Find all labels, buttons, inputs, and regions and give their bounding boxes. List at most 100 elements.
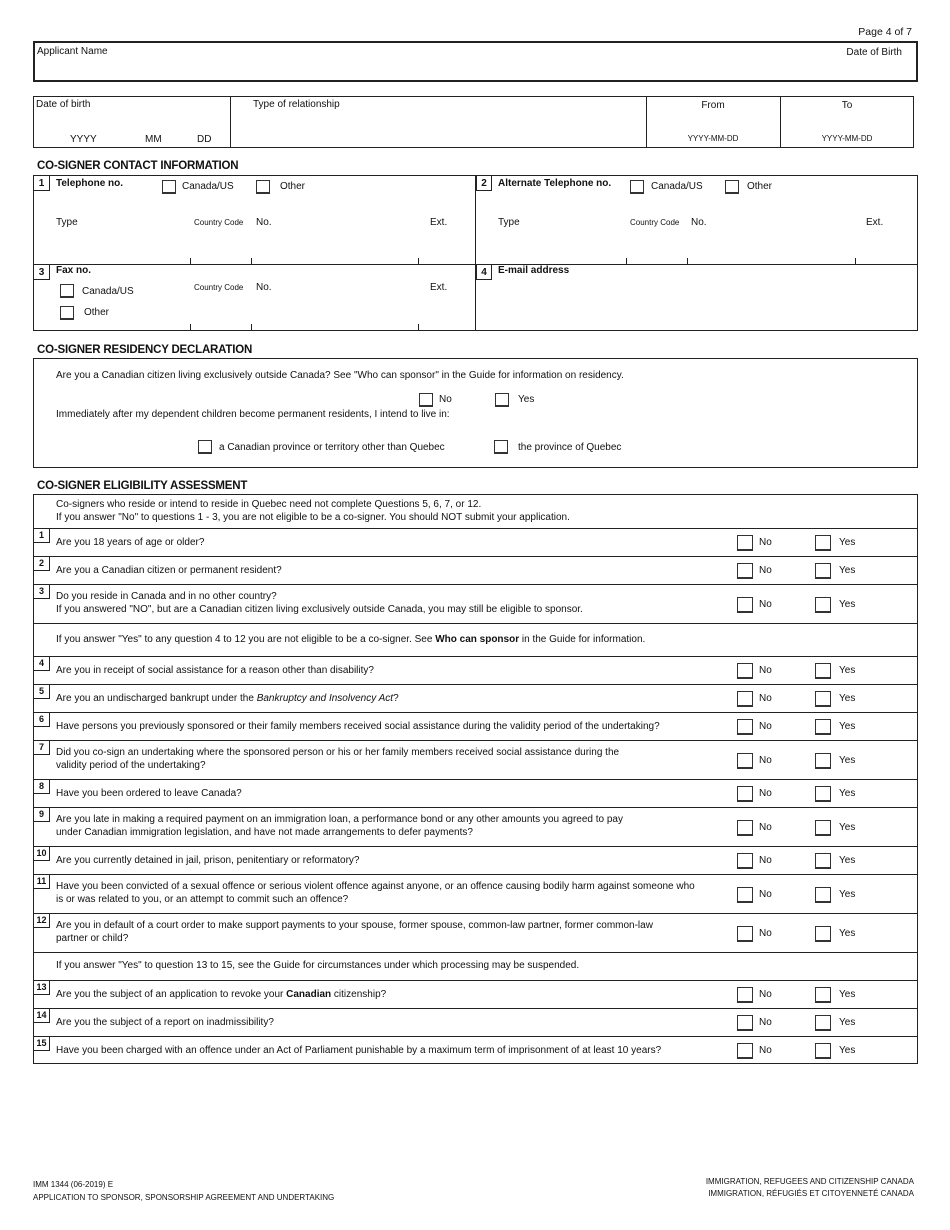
question-1-yes-checkbox[interactable]	[815, 535, 831, 551]
dob-input[interactable]	[36, 113, 230, 133]
residency-no-checkbox[interactable]	[419, 393, 433, 407]
question-number: 6	[34, 713, 50, 727]
dob-mm-label: MM	[145, 134, 162, 145]
question-9-yes-checkbox[interactable]	[815, 819, 831, 836]
question-7-yes-checkbox[interactable]	[815, 752, 831, 769]
no-label: No	[759, 888, 772, 900]
residency-yes-checkbox[interactable]	[495, 393, 509, 407]
question-row: 10 Are you currently detained in jail, pr…	[34, 846, 917, 874]
telephone-number-input[interactable]	[254, 236, 420, 260]
alt-telephone-ext-label: Ext.	[866, 217, 884, 228]
quebec-label: the province of Quebec	[518, 442, 622, 453]
note-text: If you answer "Yes" to any question 4 to…	[56, 633, 436, 645]
question-text-line: validity period of the undertaking?	[56, 760, 206, 771]
dob-label: Date of birth	[36, 99, 91, 110]
fax-other-checkbox[interactable]	[60, 306, 74, 320]
question-number: 13	[34, 981, 50, 995]
email-input[interactable]	[496, 284, 916, 326]
question-12-no-checkbox[interactable]	[737, 925, 753, 942]
alt-telephone-type-input[interactable]	[496, 236, 628, 260]
telephone-ext-input[interactable]	[422, 236, 474, 260]
question-7-no-checkbox[interactable]	[737, 752, 753, 769]
question-row: 14 Are you the subject of a report on ina…	[34, 1008, 917, 1036]
alt-telephone-other-checkbox[interactable]	[725, 180, 739, 194]
question-text-line: Do you reside in Canada and in no other …	[56, 591, 277, 602]
no-label: No	[759, 1017, 772, 1028]
fax-number-input[interactable]	[254, 300, 420, 324]
question-10-yes-checkbox[interactable]	[815, 853, 831, 869]
telephone-country-code-input[interactable]	[192, 236, 252, 260]
question-4-no-checkbox[interactable]	[737, 663, 753, 679]
question-5-no-checkbox[interactable]	[737, 691, 753, 707]
no-label: No	[759, 665, 772, 676]
question-text-line: Are you a Canadian citizen or permanent …	[56, 565, 282, 576]
residency-no-label: No	[439, 394, 452, 405]
question-4-yes-checkbox[interactable]	[815, 663, 831, 679]
question-text-line: Are you in receipt of social assistance …	[56, 665, 374, 676]
yes-label: Yes	[839, 754, 856, 766]
question-3-yes-checkbox[interactable]	[815, 596, 831, 613]
divider	[418, 324, 419, 330]
fax-ext-input[interactable]	[422, 300, 474, 324]
other-province-checkbox[interactable]	[198, 440, 212, 454]
question-10-no-checkbox[interactable]	[737, 853, 753, 869]
divider	[190, 258, 191, 264]
question-11-yes-checkbox[interactable]	[815, 886, 831, 903]
no-label: No	[759, 754, 772, 766]
question-text: Are you late in making a required paymen…	[56, 813, 623, 839]
note-questions-4-12: If you answer "Yes" to any question 4 to…	[56, 634, 645, 645]
fax-canada-checkbox[interactable]	[60, 284, 74, 298]
page-indicator: Page 4 of 7	[858, 26, 912, 38]
alt-telephone-ext-input[interactable]	[858, 236, 916, 260]
alt-telephone-canada-label: Canada/US	[651, 181, 703, 192]
question-text-line: Are you late in making a required paymen…	[56, 814, 623, 825]
question-13-yes-checkbox[interactable]	[815, 987, 831, 1003]
question-6-no-checkbox[interactable]	[737, 719, 753, 735]
telephone-other-label: Other	[280, 181, 306, 192]
alt-telephone-number-input[interactable]	[690, 236, 856, 260]
telephone-other-checkbox[interactable]	[256, 180, 270, 194]
no-label: No	[759, 598, 772, 610]
question-11-no-checkbox[interactable]	[737, 886, 753, 903]
question-1-no-checkbox[interactable]	[737, 535, 753, 551]
question-15-yes-checkbox[interactable]	[815, 1043, 831, 1059]
question-number: 9	[34, 808, 50, 822]
applicant-name-input[interactable]	[37, 61, 821, 81]
question-12-yes-checkbox[interactable]	[815, 925, 831, 942]
question-row: 5 Are you an undischarged bankrupt under …	[34, 684, 917, 712]
quebec-checkbox[interactable]	[494, 440, 508, 454]
alt-telephone-canada-checkbox[interactable]	[630, 180, 644, 194]
row-divider	[34, 952, 917, 953]
alt-telephone-label: Alternate Telephone no.	[498, 178, 612, 189]
relationship-type-input[interactable]	[234, 115, 648, 143]
yes-label: Yes	[839, 565, 856, 576]
question-5-yes-checkbox[interactable]	[815, 691, 831, 707]
alt-telephone-country-code-input[interactable]	[628, 236, 688, 260]
fax-country-code-input[interactable]	[192, 300, 252, 324]
question-14-no-checkbox[interactable]	[737, 1015, 753, 1031]
telephone-type-input[interactable]	[54, 236, 192, 260]
question-number: 2	[476, 176, 492, 191]
question-13-no-checkbox[interactable]	[737, 987, 753, 1003]
question-2-no-checkbox[interactable]	[737, 563, 753, 579]
question-9-no-checkbox[interactable]	[737, 819, 753, 836]
eligibility-section-box: Co-signers who reside or intend to resid…	[33, 494, 918, 1064]
yes-label: Yes	[839, 888, 856, 900]
question-text: Have you been convicted of a sexual offe…	[56, 880, 695, 906]
question-2-yes-checkbox[interactable]	[815, 563, 831, 579]
to-date-input[interactable]	[784, 114, 914, 134]
fax-canada-label: Canada/US	[82, 286, 134, 297]
question-text-line: Have persons you previously sponsored or…	[56, 721, 660, 732]
question-8-yes-checkbox[interactable]	[815, 786, 831, 802]
question-6-yes-checkbox[interactable]	[815, 719, 831, 735]
telephone-canada-checkbox[interactable]	[162, 180, 176, 194]
question-row: 13 Are you the subject of an application …	[34, 980, 917, 1008]
question-8-no-checkbox[interactable]	[737, 786, 753, 802]
question-3-no-checkbox[interactable]	[737, 596, 753, 613]
from-date-input[interactable]	[650, 114, 780, 134]
question-14-yes-checkbox[interactable]	[815, 1015, 831, 1031]
telephone-canada-label: Canada/US	[182, 181, 234, 192]
question-15-no-checkbox[interactable]	[737, 1043, 753, 1059]
divider	[626, 258, 627, 264]
applicant-dob-label: Date of Birth	[846, 47, 902, 58]
